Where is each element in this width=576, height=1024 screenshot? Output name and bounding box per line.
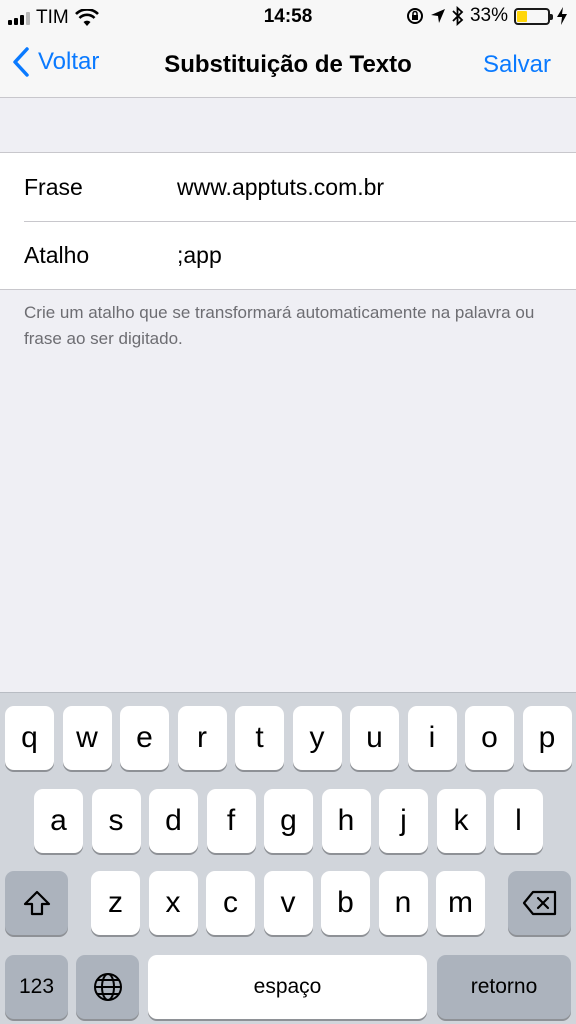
footer-note: Crie um atalho que se transformará autom… [24,303,535,348]
key-k[interactable]: k [436,789,486,853]
location-icon [430,9,445,23]
key-v[interactable]: v [263,871,313,935]
phrase-input[interactable]: www.apptuts.com.br [177,174,384,201]
key-s[interactable]: s [91,789,141,853]
battery-icon [514,7,553,25]
key-w[interactable]: w [62,706,112,770]
globe-icon [93,973,122,1001]
key-n[interactable]: n [378,871,428,935]
key-m[interactable]: m [436,871,485,935]
shift-key[interactable] [5,871,68,935]
return-key[interactable]: retorno [437,955,571,1019]
space-key[interactable]: espaço [148,955,427,1019]
key-p[interactable]: p [522,706,572,770]
globe-key[interactable] [76,955,139,1019]
key-l[interactable]: l [494,789,543,853]
phrase-label: Frase [24,173,83,200]
key-g[interactable]: g [264,789,313,853]
charging-icon [557,7,567,25]
key-i[interactable]: i [407,706,457,770]
shortcut-input[interactable]: ;app [177,242,222,269]
key-e[interactable]: e [120,706,169,770]
key-f[interactable]: f [206,789,256,853]
key-o[interactable]: o [465,706,514,770]
key-y[interactable]: y [292,706,342,770]
orientation-lock-icon [406,8,423,24]
save-button[interactable]: Salvar [483,51,551,79]
navigation-bar: Voltar Substituição de Texto Salvar [0,34,576,98]
key-a[interactable]: a [34,789,83,853]
delete-icon [522,890,556,916]
key-d[interactable]: d [149,789,198,853]
status-bar: TIM 14:58 33% [0,0,576,34]
shortcut-label: Atalho [24,241,90,268]
keyboard: 123 espaço retorno qwertyuiop asdfghjkl zx… [0,692,576,1024]
phrase-row[interactable]: Frase www.apptuts.com.br [0,153,576,221]
numbers-key[interactable]: 123 [5,955,68,1019]
key-r[interactable]: r [177,706,227,770]
key-x[interactable]: x [148,871,198,935]
delete-key[interactable] [508,871,571,935]
key-q[interactable]: q [5,706,54,770]
shift-icon [23,890,50,916]
key-h[interactable]: h [321,789,371,853]
key-z[interactable]: z [91,871,140,935]
key-b[interactable]: b [321,871,370,935]
key-u[interactable]: u [350,706,399,770]
key-j[interactable]: j [379,789,428,853]
battery-percent: 33% [469,5,508,26]
shortcut-row[interactable]: Atalho ;app [0,221,576,289]
text-replacement-form: Frase www.apptuts.com.br Atalho ;app [0,152,576,290]
key-t[interactable]: t [235,706,284,770]
status-right: 33% [406,5,568,27]
key-c[interactable]: c [206,871,255,935]
bluetooth-icon [452,6,464,26]
